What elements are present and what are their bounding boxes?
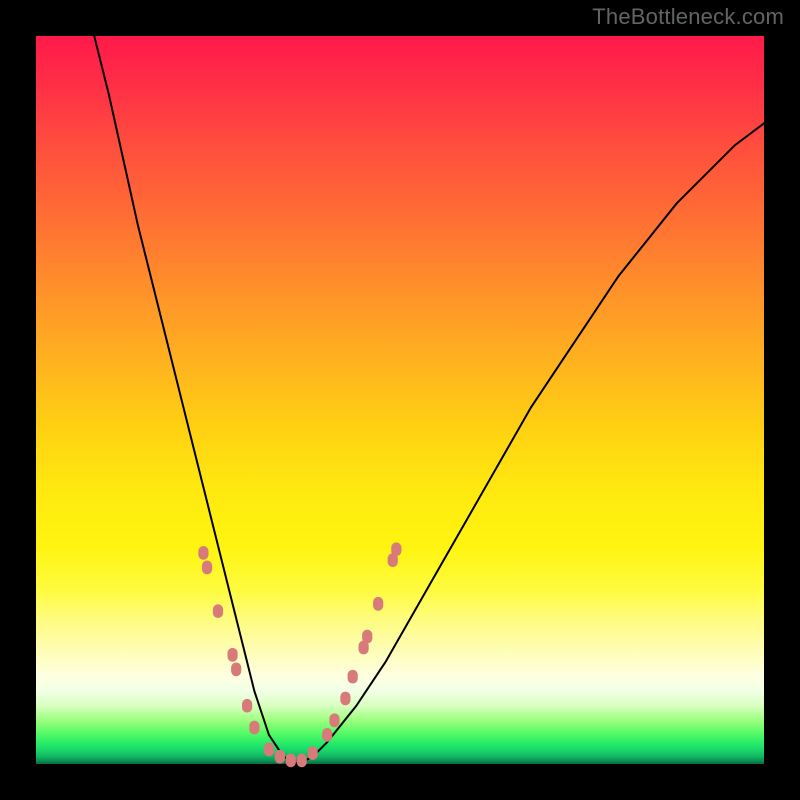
data-point (308, 746, 318, 760)
data-point (198, 546, 208, 560)
data-point (231, 662, 241, 676)
data-point (202, 561, 212, 575)
data-point (348, 670, 358, 684)
chart-svg (36, 36, 764, 764)
data-point (286, 753, 296, 767)
watermark-text: TheBottleneck.com (592, 4, 784, 30)
data-point (275, 750, 285, 764)
data-point (249, 721, 259, 735)
data-point (373, 597, 383, 611)
data-point (329, 713, 339, 727)
data-point (227, 648, 237, 662)
data-point (391, 542, 401, 556)
data-point (264, 743, 274, 757)
data-point (322, 728, 332, 742)
data-point (242, 699, 252, 713)
data-point (213, 604, 223, 618)
chart-root: TheBottleneck.com (0, 0, 800, 800)
bottleneck-curve (94, 36, 764, 764)
data-point (297, 753, 307, 767)
data-point (340, 692, 350, 706)
data-points (198, 542, 401, 767)
data-point (362, 630, 372, 644)
